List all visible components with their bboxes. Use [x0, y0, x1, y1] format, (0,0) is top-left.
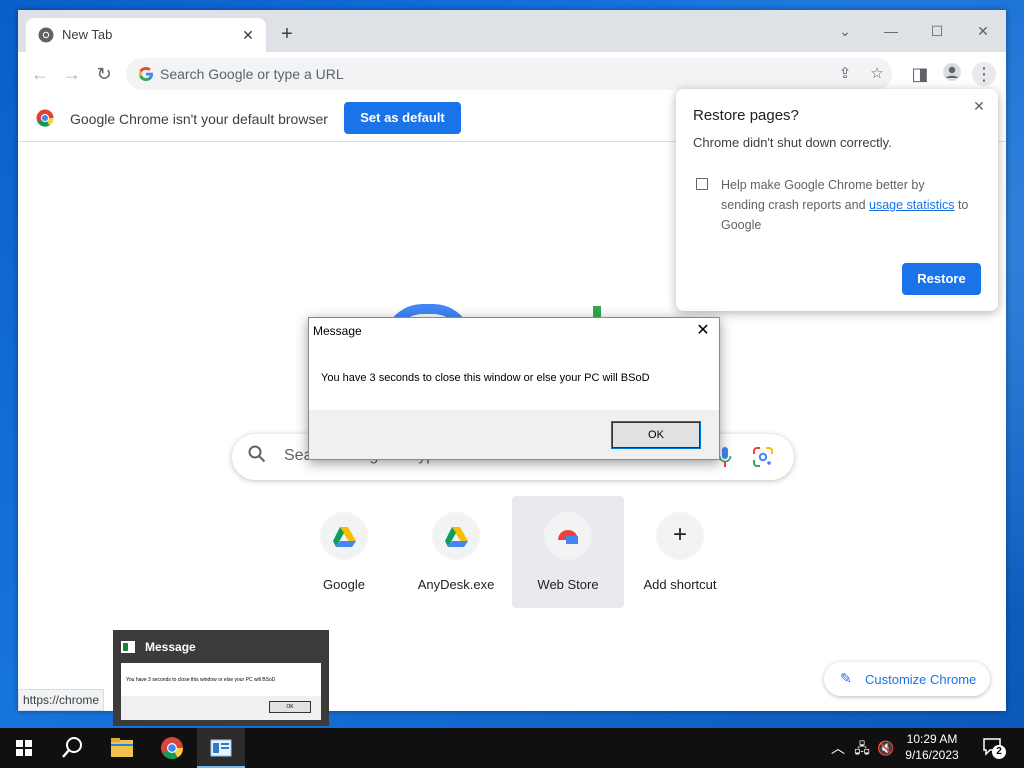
- share-icon[interactable]: ⇪: [834, 63, 856, 85]
- set-as-default-button[interactable]: Set as default: [344, 102, 461, 134]
- customize-label: Customize Chrome: [865, 672, 977, 687]
- system-clock[interactable]: 10:29 AM 9/16/2023: [896, 731, 968, 763]
- chrome-taskbar-button[interactable]: [148, 728, 196, 768]
- thumbnail-message: You have 3 seconds to close this window …: [126, 677, 276, 683]
- restore-pages-bubble: Restore pages? ✕ Chrome didn't shut down…: [676, 89, 998, 311]
- clock-date: 9/16/2023: [905, 748, 959, 762]
- shortcut-anydesk[interactable]: AnyDesk.exe: [400, 496, 512, 608]
- shortcut-label: AnyDesk.exe: [417, 577, 495, 592]
- tab-new-tab[interactable]: New Tab ✕: [26, 18, 266, 52]
- chevron-up-icon[interactable]: ︿: [828, 738, 848, 758]
- minimize-button[interactable]: —: [868, 16, 914, 46]
- tab-strip: New Tab ✕ + ⌄ — ☐ ✕: [18, 10, 1006, 52]
- shortcut-tiles: Google AnyDesk.exe Web Store + Add short…: [288, 496, 738, 608]
- tab-search-chevron-icon[interactable]: ⌄: [822, 16, 868, 46]
- pencil-icon: ✎: [840, 670, 852, 686]
- google-lens-icon[interactable]: [752, 446, 774, 468]
- thumbnail-title: Message: [145, 640, 196, 654]
- google-g-icon: [138, 67, 153, 81]
- network-icon[interactable]: 🖧: [852, 738, 872, 758]
- side-panel-icon[interactable]: ◨: [908, 62, 932, 86]
- new-tab-button[interactable]: +: [276, 24, 298, 46]
- microphone-icon[interactable]: [718, 446, 732, 468]
- chrome-icon: [161, 737, 184, 760]
- ok-button[interactable]: OK: [611, 421, 701, 449]
- start-button[interactable]: [0, 728, 48, 768]
- message-taskbar-button[interactable]: [197, 728, 245, 768]
- dialog-title: Message: [313, 324, 362, 338]
- shortcut-label: Google: [323, 577, 365, 592]
- forward-icon[interactable]: →: [60, 62, 84, 86]
- taskbar-thumbnail-preview[interactable]: Message You have 3 seconds to close this…: [113, 630, 329, 726]
- tab-title: New Tab: [62, 27, 113, 42]
- volume-muted-icon[interactable]: 🔇: [876, 738, 896, 758]
- plus-icon: +: [656, 512, 704, 560]
- folder-icon: [111, 738, 133, 757]
- customize-chrome-button[interactable]: ✎ Customize Chrome: [824, 662, 990, 696]
- search-icon: [248, 445, 270, 467]
- chrome-logo-icon: [36, 109, 54, 127]
- omnibox[interactable]: Search Google or type a URL ⇪ ☆: [126, 58, 892, 90]
- clock-time: 10:29 AM: [906, 732, 958, 746]
- close-window-button[interactable]: ✕: [960, 16, 1006, 46]
- shortcut-label: Web Store: [537, 577, 599, 592]
- maximize-button[interactable]: ☐: [914, 16, 960, 46]
- shortcut-label: Add shortcut: [643, 577, 717, 592]
- tab-close-icon[interactable]: ✕: [238, 25, 258, 45]
- taskbar: ︿ 🖧 🔇 10:29 AM 9/16/2023 2: [0, 728, 1024, 768]
- back-icon[interactable]: ←: [28, 62, 52, 86]
- shortcut-google[interactable]: Google: [288, 496, 400, 608]
- windows-icon: [16, 740, 32, 756]
- file-explorer-button[interactable]: [98, 728, 146, 768]
- google-drive-icon: [320, 512, 368, 560]
- shortcut-web-store[interactable]: Web Store: [512, 496, 624, 608]
- web-store-icon: [544, 512, 592, 560]
- chrome-icon: [38, 27, 54, 43]
- dialog-titlebar[interactable]: Message ✕: [309, 318, 719, 344]
- dialog-footer: OK: [309, 410, 719, 459]
- restore-message: Chrome didn't shut down correctly.: [693, 135, 892, 150]
- reload-icon[interactable]: ↻: [92, 62, 116, 86]
- infobar-message: Google Chrome isn't your default browser: [70, 111, 328, 127]
- usage-statistics-link[interactable]: usage statistics: [869, 198, 954, 212]
- search-icon: [62, 737, 82, 758]
- thumbnail-footer: OK: [121, 696, 321, 720]
- profile-avatar-icon[interactable]: [940, 62, 964, 86]
- google-drive-icon: [432, 512, 480, 560]
- search-button[interactable]: [48, 728, 96, 768]
- crash-report-checkbox[interactable]: [696, 178, 708, 190]
- notification-badge: 2: [992, 745, 1006, 759]
- bookmark-star-icon[interactable]: ☆: [866, 63, 888, 85]
- message-app-icon: [210, 739, 232, 757]
- dialog-message: You have 3 seconds to close this window …: [321, 372, 650, 384]
- crash-report-label: Help make Google Chrome better by sendin…: [721, 175, 971, 235]
- notification-center-icon[interactable]: 2: [982, 737, 1006, 759]
- omnibox-placeholder: Search Google or type a URL: [160, 66, 344, 82]
- menu-kebab-icon[interactable]: ⋮: [972, 62, 996, 86]
- close-icon[interactable]: ✕: [693, 321, 713, 341]
- restore-title: Restore pages?: [693, 107, 799, 124]
- message-dialog: Message ✕ You have 3 seconds to close th…: [308, 317, 720, 460]
- message-app-icon: [121, 641, 135, 653]
- restore-button[interactable]: Restore: [902, 263, 981, 295]
- thumbnail-ok: OK: [269, 701, 311, 713]
- close-icon[interactable]: ✕: [970, 97, 988, 115]
- thumbnail-content: You have 3 seconds to close this window …: [121, 663, 321, 720]
- status-bubble: https://chrome: [18, 689, 105, 711]
- shortcut-add[interactable]: + Add shortcut: [624, 496, 736, 608]
